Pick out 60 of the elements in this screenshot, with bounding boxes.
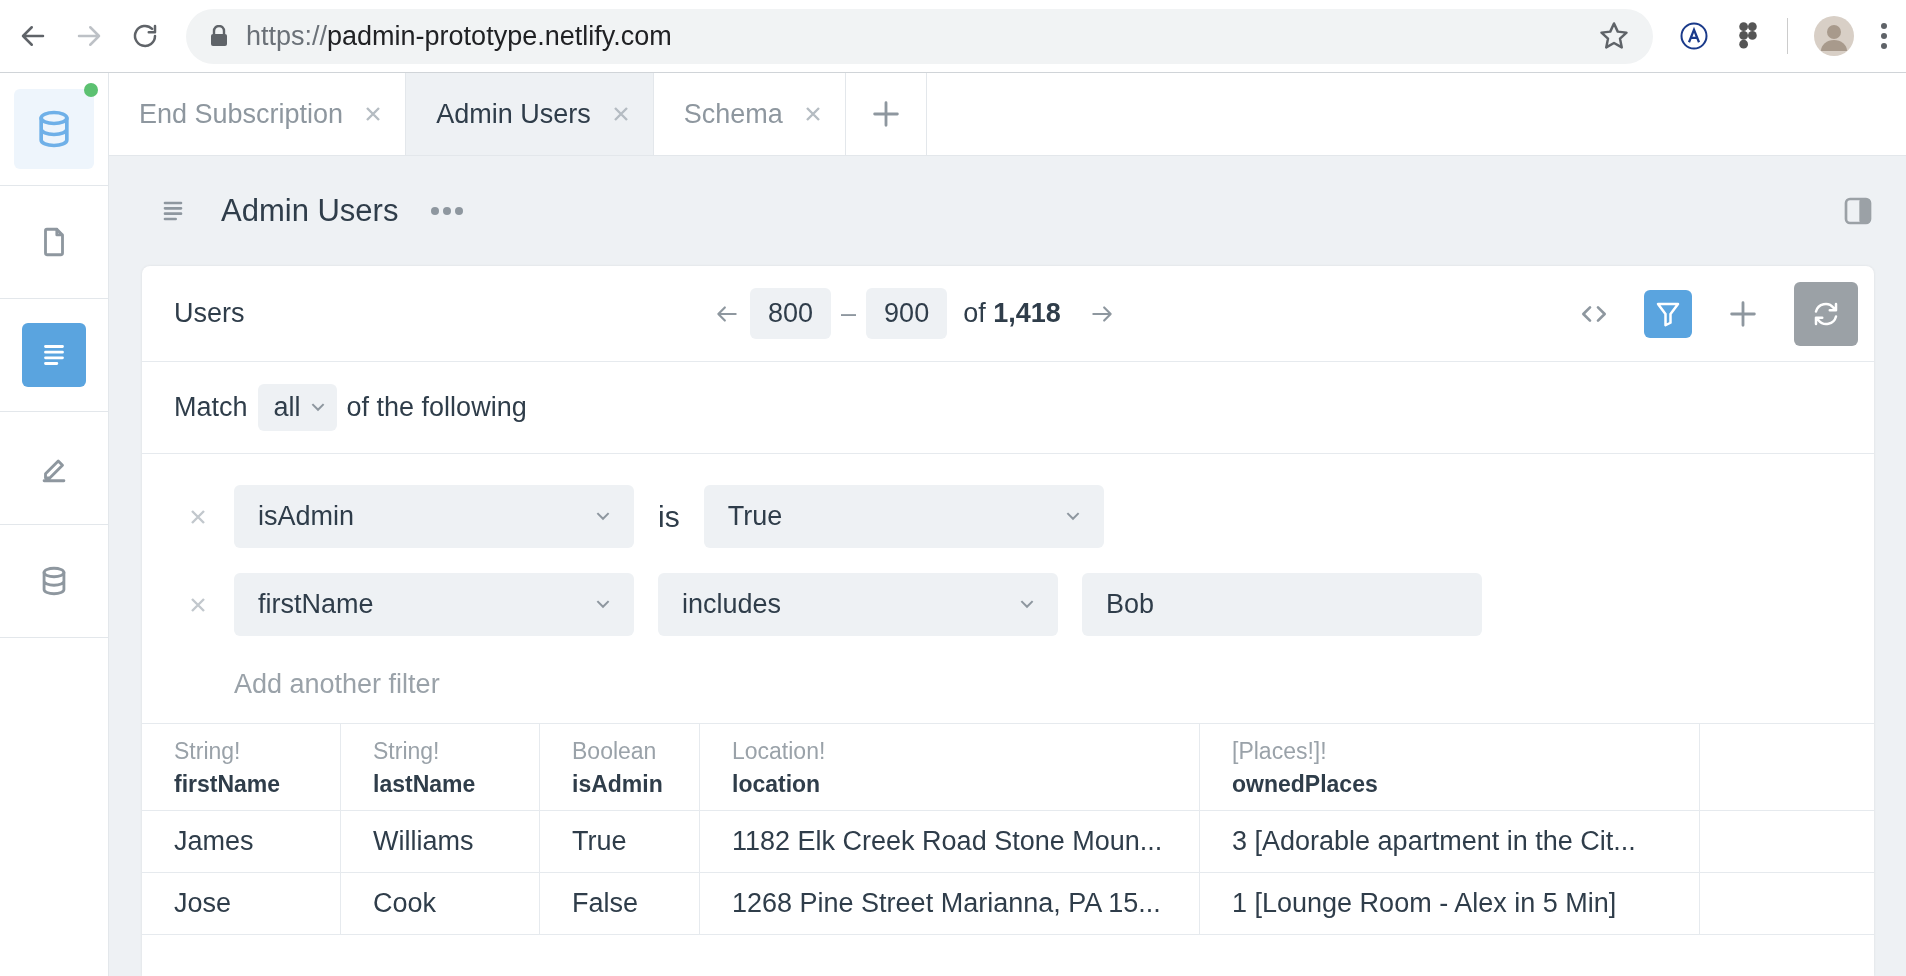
column-header[interactable]: firstName xyxy=(174,771,340,798)
chevron-down-icon xyxy=(310,403,325,412)
avatar-icon[interactable] xyxy=(1814,16,1854,56)
column-header[interactable]: ownedPlaces xyxy=(1232,771,1699,798)
chevron-down-icon xyxy=(1065,512,1080,521)
page-title: Admin Users xyxy=(221,193,399,229)
operator-dropdown[interactable]: includes xyxy=(658,573,1058,636)
match-label: Match xyxy=(174,392,248,423)
url-host: padmin-prototype.netlify.com xyxy=(327,20,672,51)
close-icon[interactable] xyxy=(365,106,382,122)
tab[interactable]: Admin Users xyxy=(406,73,654,155)
refresh-button[interactable] xyxy=(1794,281,1858,346)
value-dropdown[interactable]: True xyxy=(703,485,1104,548)
more-icon[interactable] xyxy=(430,206,465,216)
table-cell: 1182 Elk Creek Road Stone Moun... xyxy=(732,826,1163,857)
column-type: Location! xyxy=(732,738,827,765)
database-logo[interactable] xyxy=(14,89,94,169)
table-cell: 1 [Lounge Room - Alex in 5 Min] xyxy=(1232,888,1617,919)
menu-icon[interactable] xyxy=(1880,22,1888,50)
table-cell: True xyxy=(572,826,627,857)
close-icon[interactable] xyxy=(804,106,821,122)
column-header[interactable]: isAdmin xyxy=(572,771,699,798)
table-cell: James xyxy=(174,826,254,857)
extension-icon[interactable] xyxy=(1679,21,1709,51)
range-dash: – xyxy=(841,298,857,329)
chevron-down-icon xyxy=(1020,600,1034,609)
column-header[interactable]: location xyxy=(732,771,1199,798)
card-title: Users xyxy=(174,298,246,329)
operator-label: is xyxy=(658,499,680,534)
match-mode-dropdown[interactable]: all xyxy=(257,384,337,431)
column-type: String! xyxy=(373,738,441,765)
lock-icon xyxy=(210,25,228,47)
remove-icon[interactable] xyxy=(190,596,206,613)
table-cell: Cook xyxy=(373,888,437,919)
range-start-input[interactable]: 800 xyxy=(750,288,832,339)
star-icon[interactable] xyxy=(1599,21,1629,51)
total-count: of 1,418 xyxy=(963,298,1061,329)
url-scheme: https:// xyxy=(246,20,328,51)
value-input[interactable]: Bob xyxy=(1082,573,1482,636)
column-type: Boolean xyxy=(572,738,658,765)
table-cell: 3 [Adorable apartment in the Cit... xyxy=(1232,826,1636,857)
field-dropdown[interactable]: firstName xyxy=(234,573,634,636)
table-cell: Jose xyxy=(174,888,232,919)
table-cell: False xyxy=(572,888,639,919)
column-header[interactable]: lastName xyxy=(373,771,539,798)
chevron-down-icon xyxy=(596,600,610,609)
panel-toggle-icon[interactable] xyxy=(1842,195,1874,227)
table-cell: 1268 Pine Street Marianna, PA 15... xyxy=(732,888,1161,919)
list-nav-button[interactable] xyxy=(22,323,86,387)
column-type: String! xyxy=(174,738,242,765)
field-dropdown[interactable]: isAdmin xyxy=(234,485,634,548)
table-cell: Williams xyxy=(373,826,474,857)
close-icon[interactable] xyxy=(612,106,629,122)
column-type: [Places!]! xyxy=(1232,738,1328,765)
match-suffix: of the following xyxy=(346,392,527,423)
remove-icon[interactable] xyxy=(190,508,206,525)
range-end-input[interactable]: 900 xyxy=(866,288,948,339)
filter-button[interactable] xyxy=(1644,289,1692,338)
address-bar[interactable]: https://padmin-prototype.netlify.com xyxy=(186,8,1653,64)
chevron-down-icon xyxy=(596,512,610,521)
